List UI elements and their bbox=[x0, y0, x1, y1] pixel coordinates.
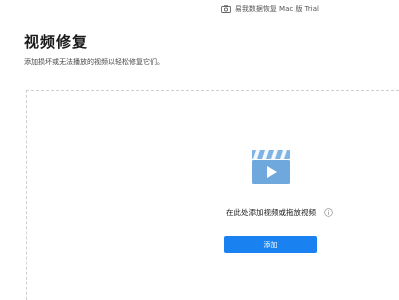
drop-hint: 在此处添加视频或拖放视频 bbox=[226, 207, 333, 218]
camera-icon bbox=[220, 5, 231, 13]
video-drop-zone[interactable] bbox=[26, 90, 399, 300]
trial-label: 易我数据恢复 Mac 版 Trial bbox=[234, 5, 319, 13]
drop-hint-text: 在此处添加视频或拖放视频 bbox=[226, 208, 316, 217]
app-brand: 易我数据恢复 Mac 版 Trial bbox=[220, 4, 319, 14]
page-description: 添加损坏或无法播放的视频以轻松修复它们。 bbox=[24, 58, 164, 66]
video-file-icon bbox=[252, 150, 290, 184]
add-button[interactable]: 添加 bbox=[224, 236, 317, 253]
info-icon[interactable] bbox=[324, 208, 333, 217]
page-title: 视频修复 bbox=[24, 33, 89, 51]
